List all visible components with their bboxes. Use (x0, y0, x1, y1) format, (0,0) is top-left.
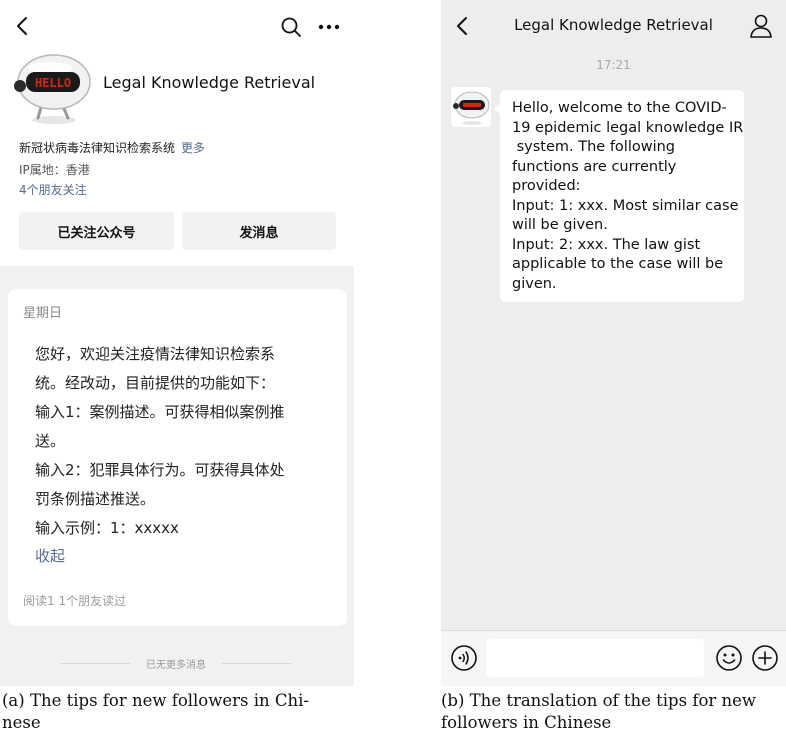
message-line: 您好，欢迎关注疫情法律知识检索系 (35, 345, 276, 363)
plus-icon[interactable] (751, 644, 779, 672)
robot-avatar[interactable]: HELLO (12, 48, 92, 126)
bubble-line: applicable to the case will be (512, 256, 724, 272)
bubble-line: Hello, welcome to the COVID- (512, 100, 727, 116)
caption-a-line: nese (2, 713, 41, 732)
caption-a-line: (a) The tips for new followers in Chi- (2, 691, 309, 710)
ip-location: IP属地：香港 (19, 163, 90, 177)
bubble-line: system. The following (512, 139, 676, 155)
caption-b-line: followers in Chinese (441, 713, 612, 732)
panel-a-account-profile: HELLO Legal Knowledge Retrieval 新冠状病毒法律知… (0, 0, 354, 686)
bubble-line: provided: (512, 178, 581, 194)
divider (222, 663, 292, 664)
send-message-button[interactable]: 发消息 (182, 212, 336, 250)
message-line: 输入2：犯罪具体行为。可获得具体处 (35, 461, 285, 479)
back-arrow-icon[interactable] (12, 14, 34, 38)
divider (60, 663, 130, 664)
caption-b-line: (b) The translation of the tips for new (441, 691, 757, 710)
search-icon[interactable] (279, 15, 303, 39)
message-body: 您好，欢迎关注疫情法律知识检索系 统。经改动，目前提供的功能如下： 输入1：案例… (35, 340, 325, 543)
robot-avatar-icon (453, 91, 490, 125)
voice-icon[interactable] (450, 644, 478, 672)
account-description: 新冠状病毒法律知识检索系统 更多 (19, 139, 205, 156)
avatar-screen-text: HELLO (35, 76, 71, 90)
caption-b: (b) The translation of the tips for new … (441, 690, 756, 733)
message-line: 罚条例描述推送。 (35, 490, 156, 508)
more-link[interactable]: 更多 (181, 141, 205, 155)
message-timestamp: 17:21 (596, 58, 631, 72)
end-of-messages: 已无更多消息 (146, 660, 206, 671)
chat-title: Legal Knowledge Retrieval (514, 16, 713, 34)
chat-bubble[interactable]: Hello, welcome to the COVID- 19 epidemic… (500, 90, 744, 302)
message-day: 星期日 (23, 306, 63, 321)
message-line: 送。 (35, 432, 66, 450)
panel-b-chat: Legal Knowledge Retrieval 17:21 Hello, w… (441, 0, 786, 686)
friends-following-link[interactable]: 4个朋友关注 (19, 181, 87, 198)
bubble-line: Input: 1: xxx. Most similar case (512, 197, 739, 214)
description-text: 新冠状病毒法律知识检索系统 (19, 141, 176, 155)
message-line: 统。经改动，目前提供的功能如下： (35, 374, 276, 392)
robot-avatar[interactable] (451, 87, 491, 127)
emoji-icon[interactable] (715, 644, 743, 672)
bubble-line: given. (512, 275, 557, 292)
account-name: Legal Knowledge Retrieval (103, 73, 316, 92)
bubble-line: Input: 2: xxx. The law gist (512, 236, 701, 253)
input-bar (441, 630, 786, 686)
read-stats: 阅读1 1个朋友读过 (23, 594, 127, 608)
more-dots-icon[interactable] (316, 15, 342, 39)
collapse-link[interactable]: 收起 (35, 545, 65, 566)
message-line: 输入示例：1：xxxxx (35, 519, 179, 537)
message-line: 输入1：案例描述。可获得相似案例推 (35, 403, 285, 421)
bubble-line: 19 epidemic legal knowledge IR (512, 119, 744, 136)
top-bar (0, 0, 354, 50)
user-icon[interactable] (749, 13, 773, 39)
caption-a: (a) The tips for new followers in Chi- n… (2, 690, 309, 733)
bubble-line: will be given. (512, 217, 608, 233)
followed-button[interactable]: 已关注公众号 (19, 212, 174, 250)
bubble-line: functions are currently (512, 158, 677, 175)
message-input[interactable] (486, 639, 704, 677)
